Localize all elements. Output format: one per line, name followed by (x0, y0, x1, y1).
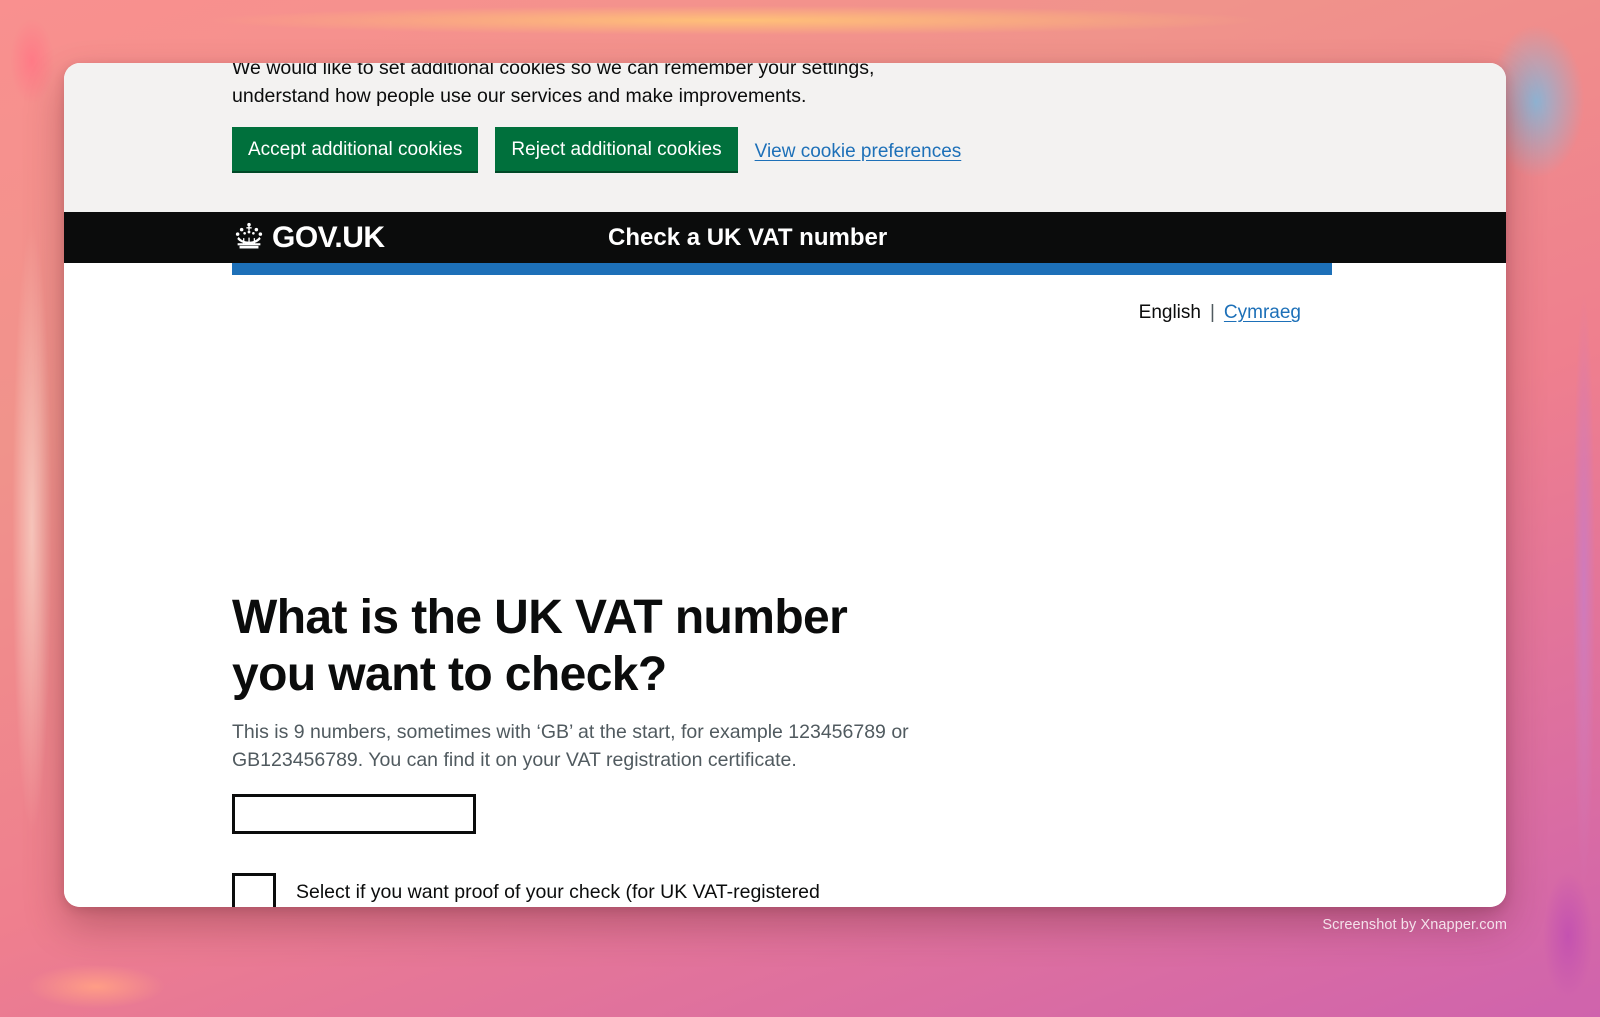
screenshot-watermark: Screenshot by Xnapper.com (1322, 917, 1507, 933)
view-cookie-preferences-link[interactable]: View cookie preferences (755, 141, 962, 163)
vat-number-hint: This is 9 numbers, sometimes with ‘GB’ a… (232, 721, 909, 771)
language-current: English (1138, 302, 1201, 323)
reject-additional-cookies-button[interactable]: Reject additional cookies (495, 127, 738, 173)
cookie-banner-message: We would like to set additional cookies … (232, 63, 875, 107)
proof-checkbox-row: Select if you want proof of your check (… (232, 873, 856, 907)
language-divider: | (1209, 302, 1215, 323)
cookie-banner: We would like to set additional cookies … (64, 63, 1506, 212)
crown-icon (232, 221, 266, 254)
accent-bar (232, 263, 1332, 275)
language-cymraeg-link[interactable]: Cymraeg (1224, 302, 1301, 324)
cookie-banner-actions: Accept additional cookies Reject additio… (232, 127, 961, 173)
language-toggle: English | Cymraeg (1139, 302, 1301, 324)
proof-of-check-checkbox[interactable] (232, 873, 276, 907)
service-name: Check a UK VAT number (608, 223, 888, 251)
vat-number-input[interactable] (232, 794, 476, 834)
proof-of-check-label[interactable]: Select if you want proof of your check (… (296, 873, 856, 907)
govuk-home-link[interactable]: GOV.UK (232, 221, 385, 254)
govuk-brand-text: GOV.UK (272, 220, 385, 254)
page-title: What is the UK VAT number you want to ch… (232, 591, 848, 701)
govuk-header: GOV.UK Check a UK VAT number (64, 212, 1506, 263)
main-content: English | Cymraeg What is the UK VAT num… (64, 275, 1506, 907)
browser-page-card: We would like to set additional cookies … (64, 63, 1506, 907)
accept-additional-cookies-button[interactable]: Accept additional cookies (232, 127, 479, 173)
